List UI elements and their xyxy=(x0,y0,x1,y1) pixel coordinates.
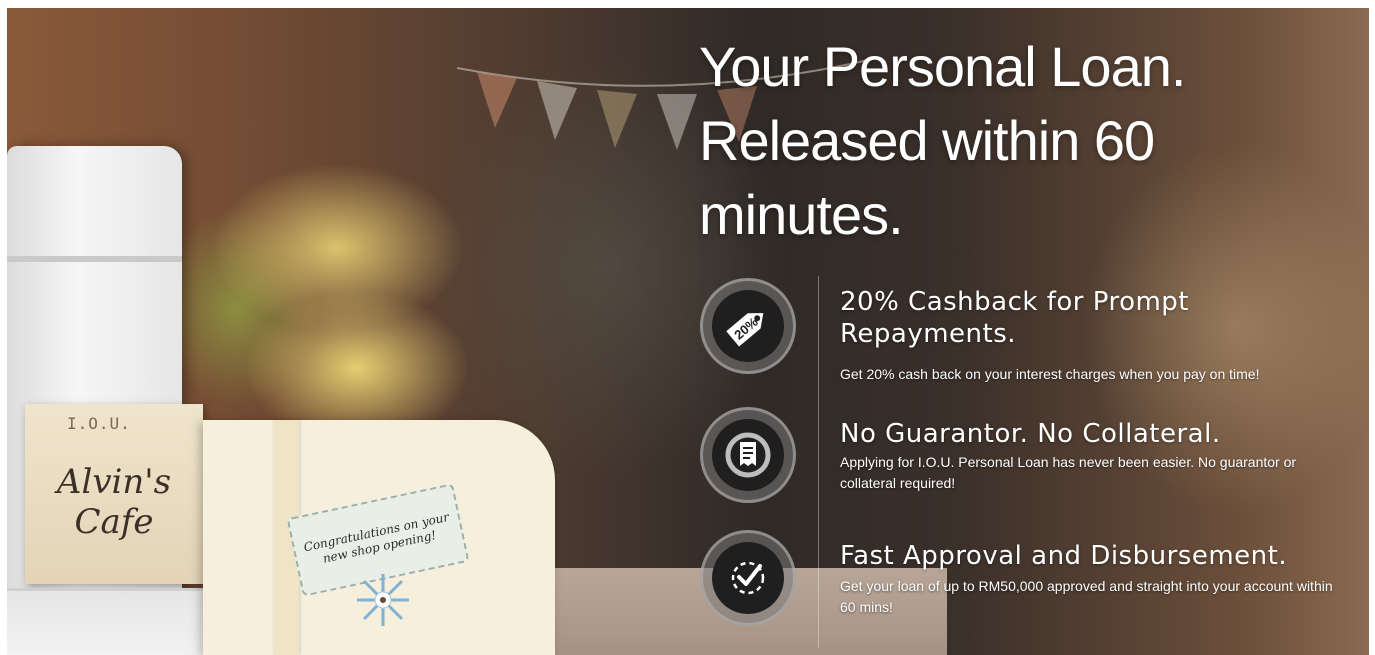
document-shield-icon xyxy=(700,407,796,503)
feature-title-cashback: 20% Cashback for Prompt Repayments. xyxy=(840,287,1190,349)
hero-content: Your Personal Loan. Released within 60 m… xyxy=(7,8,1369,655)
feature-title-fast-approval: Fast Approval and Disbursement. xyxy=(840,541,1288,571)
feature-divider xyxy=(818,276,819,648)
price-tag-icon: 20% xyxy=(700,278,796,374)
hero-headline: Your Personal Loan. Released within 60 m… xyxy=(699,35,1186,246)
feature-desc-no-guarantor: Applying for I.O.U. Personal Loan has ne… xyxy=(840,454,1297,491)
check-badge-icon xyxy=(700,530,796,626)
hero-banner: I.O.U. Alvin's Cafe Congratulations on y… xyxy=(7,8,1369,655)
feature-title-no-guarantor: No Guarantor. No Collateral. xyxy=(840,419,1221,449)
feature-desc-fast-approval: Get your loan of up to RM50,000 approved… xyxy=(840,578,1333,615)
feature-desc-cashback: Get 20% cash back on your interest charg… xyxy=(840,366,1260,382)
